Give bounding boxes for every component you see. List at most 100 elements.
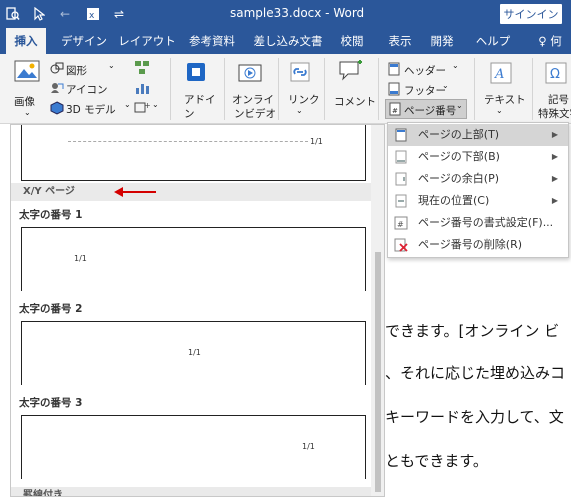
footer-icon (388, 82, 400, 99)
tab-developer[interactable]: 開発 (422, 28, 462, 54)
chart-icon[interactable] (134, 80, 150, 99)
menu-item-bottom-of-page[interactable]: ページの下部(B) ▶ (388, 146, 568, 168)
tell-me-label: 何 (550, 34, 562, 48)
menu-item-format-page-numbers[interactable]: # ページ番号の書式設定(F)... (388, 212, 568, 234)
document-line: ともできます。 (385, 452, 488, 470)
footer-button[interactable]: フッター (404, 83, 446, 98)
gallery-item[interactable]: 1/1 (21, 125, 366, 181)
page-number-menu: ページの上部(T) ▶ ページの下部(B) ▶ ページの余白(P) ▶ 現在の位… (387, 122, 569, 258)
pointer-icon[interactable] (30, 5, 48, 23)
addin-button-line2: ン (184, 108, 195, 120)
chevron-down-icon: ⌄ (442, 81, 449, 90)
addin-icon[interactable] (186, 62, 206, 85)
menu-item-label: ページの上部(T) (418, 128, 500, 141)
gallery-item-label: 太字の番号 3 (19, 397, 83, 409)
gallery-section-header: X/Y ページ (11, 183, 371, 201)
signin-button[interactable]: サインイン (500, 4, 562, 24)
chevron-right-icon: ▶ (551, 174, 558, 183)
svg-text:#: # (392, 107, 398, 115)
header-icon (388, 62, 400, 79)
tab-design[interactable]: デザイン (54, 28, 114, 54)
svg-text:x: x (89, 11, 95, 21)
menu-item-top-of-page[interactable]: ページの上部(T) ▶ (388, 124, 568, 146)
ribbon-separator (474, 58, 475, 120)
annotation-arrow (122, 191, 156, 193)
menu-item-label: ページ番号の削除(R) (418, 238, 523, 251)
tab-mailings[interactable]: 差し込み文書 (250, 28, 326, 54)
menu-item-current-position[interactable]: 現在の位置(C) ▶ (388, 190, 568, 212)
back-icon[interactable]: ← (56, 5, 74, 23)
symbol-button-line2: 特殊文字 (538, 108, 571, 120)
shapes-button[interactable]: 図形 (66, 63, 87, 78)
tab-insert[interactable]: 挿入 (6, 28, 46, 54)
3d-model-icon (50, 101, 64, 118)
svg-text:A: A (494, 67, 504, 82)
ribbon-separator (532, 58, 533, 120)
symbol-button[interactable]: 記号 (548, 92, 569, 107)
current-position-icon (394, 194, 408, 208)
title-bar: ← x ⇌ sample33.docx - Word サインイン (0, 0, 571, 28)
svg-text:+: + (144, 101, 150, 110)
link-button[interactable]: リンク (288, 92, 320, 107)
text-button[interactable]: テキスト (484, 92, 526, 107)
chevron-down-icon: ⌄ (456, 101, 463, 110)
gallery-item[interactable]: 1/1 (21, 227, 366, 291)
tab-view[interactable]: 表示 (378, 28, 422, 54)
comment-icon[interactable] (338, 60, 364, 85)
image-icon[interactable] (14, 60, 40, 87)
page-bottom-icon (394, 150, 408, 164)
page-margin-icon (394, 172, 408, 186)
gallery-item-label: 太字の番号 1 (19, 209, 83, 221)
image-button[interactable]: 画像 (14, 94, 35, 109)
omega-icon[interactable]: Ω (545, 62, 567, 87)
comment-button[interactable]: コメント (334, 94, 376, 109)
page-number-preview: 1/1 (310, 137, 323, 146)
menu-item-remove-page-numbers[interactable]: ページ番号の削除(R) (388, 234, 568, 256)
tab-references[interactable]: 参考資料 (182, 28, 242, 54)
chevron-down-icon: ⌄ (496, 106, 503, 115)
screenshot-icon[interactable]: + (134, 100, 151, 117)
ribbon-separator (278, 58, 279, 120)
scrollbar[interactable] (371, 125, 384, 496)
annotation-arrow-head (114, 187, 123, 197)
ribbon-separator (170, 58, 171, 120)
icons-button[interactable]: アイコン (66, 82, 107, 97)
page-number-preview: 1/1 (188, 348, 201, 357)
tab-tell-me[interactable]: ♀ 何 (530, 28, 570, 54)
header-button[interactable]: ヘッダー (404, 63, 446, 78)
link-icon[interactable] (290, 62, 310, 85)
page-number-button[interactable]: # ページ番号 ⌄ (385, 99, 467, 119)
ribbon-separator (224, 58, 225, 120)
chevron-right-icon: ▶ (551, 152, 558, 161)
word-icon[interactable]: x (84, 5, 102, 23)
chevron-down-icon: ⌄ (24, 108, 31, 117)
3d-model-button[interactable]: 3D モデル (66, 102, 116, 117)
online-video-button[interactable]: オンライ (232, 92, 274, 107)
page-top-icon (394, 128, 408, 142)
gallery-item[interactable]: 1/1 (21, 321, 366, 385)
smartart-icon[interactable] (134, 60, 150, 79)
chevron-right-icon: ▶ (551, 196, 558, 205)
gallery-item[interactable]: 1/1 (21, 415, 366, 479)
chevron-down-icon: ⌄ (108, 61, 115, 70)
customize-icon[interactable]: ⇌ (110, 5, 128, 23)
chevron-down-icon: ⌄ (152, 100, 159, 109)
scrollbar-thumb[interactable] (375, 252, 381, 492)
tab-layout[interactable]: レイアウト (116, 28, 178, 54)
format-page-number-icon: # (394, 216, 408, 230)
menu-item-page-margin[interactable]: ページの余白(P) ▶ (388, 168, 568, 190)
tab-help[interactable]: ヘルプ (470, 28, 516, 54)
online-video-icon[interactable] (238, 62, 262, 87)
text-box-icon[interactable]: A (490, 62, 512, 87)
menu-item-label: ページの下部(B) (418, 150, 500, 163)
window-title: sample33.docx - Word (230, 6, 365, 20)
addin-button[interactable]: アドイ (184, 92, 216, 107)
gallery-item-label: 太字の番号 2 (19, 303, 83, 315)
ribbon-tabs: 挿入 デザイン レイアウト 参考資料 差し込み文書 校閲 表示 開発 ヘルプ ♀… (0, 28, 571, 54)
shapes-icon (50, 62, 64, 77)
document-line: できます。[オンライン ビ (385, 322, 560, 340)
tab-review[interactable]: 校閲 (332, 28, 372, 54)
page-number-icon: # (389, 102, 401, 119)
lightbulb-icon: ♀ (538, 34, 547, 48)
search-icon[interactable] (4, 5, 22, 23)
